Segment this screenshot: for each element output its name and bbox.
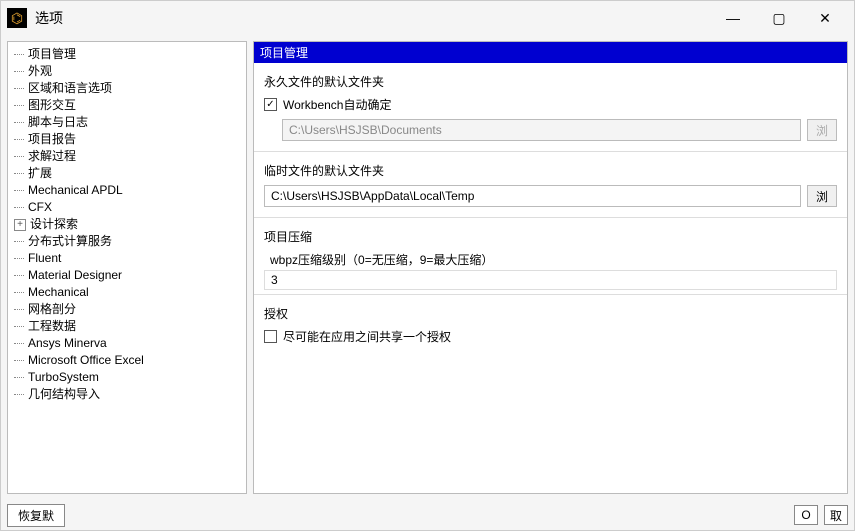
tree-item[interactable]: 项目管理: [10, 46, 244, 63]
tree-item-label: 项目报告: [28, 131, 76, 148]
tree-branch-icon: [14, 241, 24, 242]
titlebar[interactable]: ⌬ 选项 — ▢ ✕: [1, 1, 854, 35]
tree-branch-icon: [14, 71, 24, 72]
tree-item-label: Ansys Minerva: [28, 335, 107, 352]
tree-branch-icon: [14, 326, 24, 327]
tree-branch-icon: [14, 275, 24, 276]
tree-branch-icon: [14, 343, 24, 344]
tree-branch-icon: [14, 156, 24, 157]
content-area: 项目管理外观区域和语言选项图形交互脚本与日志项目报告求解过程扩展Mechanic…: [1, 35, 854, 500]
tree-item-label: 分布式计算服务: [28, 233, 112, 250]
tree-item[interactable]: 求解过程: [10, 148, 244, 165]
ok-button[interactable]: O: [794, 505, 818, 525]
perm-folder-section: 永久文件的默认文件夹 ✓ Workbench自动确定 浏: [254, 63, 847, 152]
tree-item[interactable]: Fluent: [10, 250, 244, 267]
compress-title: 项目压缩: [264, 228, 837, 245]
temp-folder-path[interactable]: [264, 185, 801, 207]
tree-item-label: 设计探索: [30, 216, 78, 233]
tree-item[interactable]: Mechanical APDL: [10, 182, 244, 199]
tree-item-label: TurboSystem: [28, 369, 99, 386]
compress-section: 项目压缩 wbpz压缩级别（0=无压缩，9=最大压缩） 3: [254, 218, 847, 295]
tree-item[interactable]: 脚本与日志: [10, 114, 244, 131]
tree-item[interactable]: Microsoft Office Excel: [10, 352, 244, 369]
tree-branch-icon: [14, 309, 24, 310]
footer: 恢复默 O 取: [1, 500, 854, 530]
tree-branch-icon: [14, 139, 24, 140]
window-controls: — ▢ ✕: [710, 3, 848, 33]
options-window: ⌬ 选项 — ▢ ✕ 项目管理外观区域和语言选项图形交互脚本与日志项目报告求解过…: [0, 0, 855, 531]
panel-header: 项目管理: [254, 42, 847, 63]
temp-folder-section: 临时文件的默认文件夹 浏: [254, 152, 847, 218]
tree-item-label: 外观: [28, 63, 52, 80]
tree-item[interactable]: Ansys Minerva: [10, 335, 244, 352]
tree-item-label: 项目管理: [28, 46, 76, 63]
tree-item[interactable]: 外观: [10, 63, 244, 80]
tree-branch-icon: [14, 207, 24, 208]
tree-item[interactable]: 图形交互: [10, 97, 244, 114]
tree-branch-icon: [14, 190, 24, 191]
tree-branch-icon: [14, 54, 24, 55]
tree-item[interactable]: CFX: [10, 199, 244, 216]
category-tree[interactable]: 项目管理外观区域和语言选项图形交互脚本与日志项目报告求解过程扩展Mechanic…: [7, 41, 247, 494]
tree-item[interactable]: Mechanical: [10, 284, 244, 301]
tree-branch-icon: [14, 292, 24, 293]
share-auth-label: 尽可能在应用之间共享一个授权: [283, 328, 451, 345]
tree-branch-icon: [14, 105, 24, 106]
tree-item[interactable]: 工程数据: [10, 318, 244, 335]
wb-auto-label: Workbench自动确定: [283, 96, 391, 113]
tree-item[interactable]: 扩展: [10, 165, 244, 182]
tree-item-label: Material Designer: [28, 267, 122, 284]
tree-item[interactable]: 网格剖分: [10, 301, 244, 318]
tree-item-label: 几何结构导入: [28, 386, 100, 403]
perm-folder-title: 永久文件的默认文件夹: [264, 73, 837, 90]
tree-branch-icon: [14, 122, 24, 123]
tree-item-label: 求解过程: [28, 148, 76, 165]
tree-item-label: CFX: [28, 199, 52, 216]
settings-panel: 项目管理 永久文件的默认文件夹 ✓ Workbench自动确定 浏 临时文件的默…: [253, 41, 848, 494]
tree-item-label: Mechanical: [28, 284, 89, 301]
temp-folder-browse-button[interactable]: 浏: [807, 185, 837, 207]
tree-item-label: 扩展: [28, 165, 52, 182]
wb-auto-checkbox[interactable]: ✓: [264, 98, 277, 111]
temp-folder-title: 临时文件的默认文件夹: [264, 162, 837, 179]
tree-item[interactable]: 区域和语言选项: [10, 80, 244, 97]
tree-branch-icon: [14, 394, 24, 395]
cancel-button[interactable]: 取: [824, 505, 848, 525]
tree-branch-icon: [14, 360, 24, 361]
app-icon: ⌬: [7, 8, 27, 28]
tree-item-label: Microsoft Office Excel: [28, 352, 144, 369]
tree-item-label: Mechanical APDL: [28, 182, 123, 199]
minimize-button[interactable]: —: [710, 3, 756, 33]
tree-item[interactable]: 分布式计算服务: [10, 233, 244, 250]
tree-item-label: 脚本与日志: [28, 114, 88, 131]
tree-item-label: 区域和语言选项: [28, 80, 112, 97]
tree-branch-icon: [14, 173, 24, 174]
compress-label: wbpz压缩级别（0=无压缩，9=最大压缩）: [270, 251, 837, 268]
perm-folder-path: [282, 119, 801, 141]
share-auth-checkbox[interactable]: [264, 330, 277, 343]
tree-item-label: 图形交互: [28, 97, 76, 114]
tree-item-label: 工程数据: [28, 318, 76, 335]
tree-branch-icon: [14, 88, 24, 89]
auth-section: 授权 尽可能在应用之间共享一个授权: [254, 295, 847, 355]
tree-item-label: 网格剖分: [28, 301, 76, 318]
tree-item[interactable]: 项目报告: [10, 131, 244, 148]
tree-branch-icon: [14, 258, 24, 259]
auth-title: 授权: [264, 305, 837, 322]
compress-value[interactable]: 3: [264, 270, 837, 290]
tree-item[interactable]: + 设计探索: [10, 216, 244, 233]
perm-folder-browse-button: 浏: [807, 119, 837, 141]
tree-branch-icon: [14, 377, 24, 378]
close-button[interactable]: ✕: [802, 3, 848, 33]
tree-item[interactable]: Material Designer: [10, 267, 244, 284]
maximize-button[interactable]: ▢: [756, 3, 802, 33]
tree-item[interactable]: TurboSystem: [10, 369, 244, 386]
restore-defaults-button[interactable]: 恢复默: [7, 504, 65, 527]
tree-item-label: Fluent: [28, 250, 61, 267]
window-title: 选项: [35, 8, 63, 28]
expand-icon[interactable]: +: [14, 219, 26, 231]
tree-item[interactable]: 几何结构导入: [10, 386, 244, 403]
